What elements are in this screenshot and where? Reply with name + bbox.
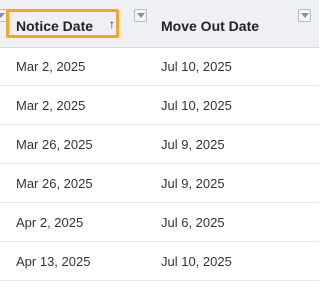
column-header-move-out-date[interactable]: Move Out Date	[148, 0, 319, 47]
notice-date-cell: Apr 2, 2025	[16, 215, 84, 230]
move-out-date-cell: Jul 9, 2025	[161, 137, 225, 152]
table-row[interactable]: Mar 2, 2025 Jul 10, 2025	[0, 86, 319, 125]
focus-outline	[6, 9, 119, 38]
notice-date-cell: Mar 2, 2025	[16, 59, 86, 74]
move-out-date-cell: Jul 10, 2025	[161, 98, 232, 113]
grid-header: Notice Date ↑ Move Out Date	[0, 0, 319, 48]
notice-date-cell: Mar 26, 2025	[16, 176, 93, 191]
move-out-date-cell: Jul 10, 2025	[161, 254, 232, 269]
table-row[interactable]: Mar 26, 2025 Jul 9, 2025	[0, 164, 319, 203]
notice-date-cell: Mar 26, 2025	[16, 137, 93, 152]
move-out-date-cell: Jul 6, 2025	[161, 215, 225, 230]
filter-icon[interactable]	[298, 9, 311, 22]
table-row[interactable]: Mar 26, 2025 Jul 9, 2025	[0, 125, 319, 164]
move-out-date-cell: Jul 9, 2025	[161, 176, 225, 191]
table-row[interactable]: Apr 13, 2025 Jul 10, 2025	[0, 242, 319, 281]
table-row[interactable]: Apr 2, 2025 Jul 6, 2025	[0, 203, 319, 242]
filter-icon[interactable]	[134, 9, 147, 22]
column-header-label: Move Out Date	[161, 18, 260, 34]
column-header-notice-date[interactable]: Notice Date ↑	[0, 0, 148, 47]
move-out-date-cell: Jul 10, 2025	[161, 59, 232, 74]
data-grid: Notice Date ↑ Move Out Date Mar 2, 2025 …	[0, 0, 319, 287]
notice-date-cell: Apr 13, 2025	[16, 254, 91, 269]
table-row[interactable]: Mar 2, 2025 Jul 10, 2025	[0, 47, 319, 86]
notice-date-cell: Mar 2, 2025	[16, 98, 86, 113]
